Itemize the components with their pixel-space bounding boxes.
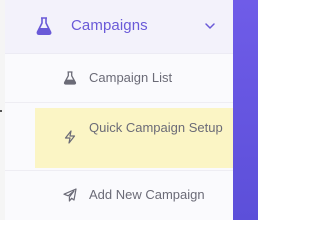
menu-item-quick-campaign-setup[interactable]: Quick Campaign Setup	[5, 103, 233, 171]
edge-tick	[0, 110, 2, 112]
menu-item-label: Campaign List	[89, 70, 173, 85]
paper-plane-icon	[63, 188, 77, 202]
stage: Campaigns Campaign List Quick Campaign S…	[0, 0, 258, 220]
chevron-down-icon[interactable]	[204, 20, 216, 32]
flask-icon	[36, 17, 52, 35]
menu-header-label: Campaigns	[71, 17, 148, 34]
sidebar-menu: Campaigns Campaign List Quick Campaign S…	[5, 0, 233, 220]
menu-item-campaign-list[interactable]: Campaign List	[5, 54, 233, 103]
bolt-icon	[64, 130, 76, 144]
flask-icon	[63, 71, 77, 85]
menu-item-label: Add New Campaign	[89, 187, 205, 202]
side-strip	[233, 0, 258, 220]
menu-header-campaigns[interactable]: Campaigns	[5, 0, 233, 54]
menu-item-label: Quick Campaign Setup	[89, 120, 223, 135]
menu-item-add-new-campaign[interactable]: Add New Campaign	[5, 171, 233, 220]
